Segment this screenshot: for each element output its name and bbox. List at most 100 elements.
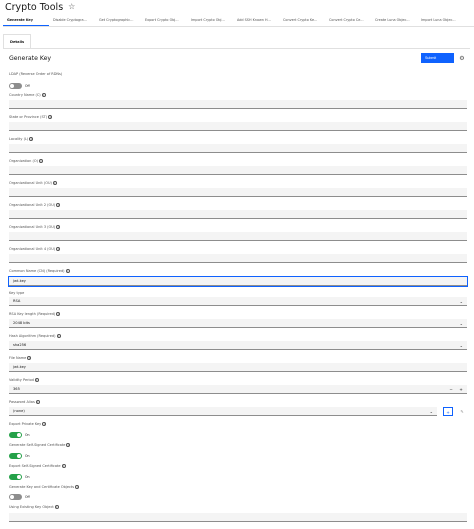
info-icon[interactable]: i xyxy=(65,269,70,273)
subtab-details[interactable]: Details xyxy=(3,34,32,48)
common-name-input[interactable]: jwt-key xyxy=(8,276,468,287)
add-icon[interactable]: + xyxy=(443,407,453,416)
chevron-down-icon: ⌄ xyxy=(429,409,433,414)
info-icon[interactable]: i xyxy=(38,159,43,163)
export-selfsigned-toggle-row: On xyxy=(9,473,30,480)
export-private-label: Export Private Key i xyxy=(9,422,47,426)
info-icon[interactable]: i xyxy=(56,334,61,338)
toggle-knob xyxy=(17,432,21,437)
tab-import-crypto-object[interactable]: Import Crypto Obj... xyxy=(187,14,233,26)
locality-input[interactable] xyxy=(9,144,467,153)
info-icon[interactable]: i xyxy=(75,485,80,489)
state-input[interactable] xyxy=(9,122,467,131)
gen-objects-toggle[interactable] xyxy=(9,493,22,500)
hash-algorithm-value: sha256 xyxy=(13,343,27,347)
existing-key-label: Using Existing Key Object i xyxy=(9,505,59,509)
password-alias-value: (none) xyxy=(13,409,25,413)
info-icon[interactable]: i xyxy=(34,378,39,382)
star-icon[interactable]: ☆ xyxy=(68,3,75,11)
submit-button[interactable]: Submit xyxy=(421,53,454,63)
key-length-value: 2048 bits xyxy=(13,321,30,325)
keytype-label-text: Key type xyxy=(9,291,25,295)
gen-selfsigned-label-text: Generate Self-Signed Certificate xyxy=(9,443,66,447)
ou2-label-text: Organizational Unit 2 (OU) xyxy=(9,203,56,207)
ldap-toggle-row: Off xyxy=(9,82,30,89)
increment-button[interactable]: + xyxy=(457,385,465,394)
info-icon[interactable]: i xyxy=(48,115,53,119)
password-label-text: Password Alias xyxy=(9,400,35,404)
organization-input[interactable] xyxy=(9,166,467,175)
chevron-down-icon: ⌄ xyxy=(459,321,463,326)
ou2-label: Organizational Unit 2 (OU) i xyxy=(9,203,61,207)
subtab-bar: Details xyxy=(3,34,32,48)
gen-objects-toggle-row: Off xyxy=(9,493,30,500)
ldap-label: LDAP (Reverse Order of RDNs) xyxy=(9,72,62,76)
organization-label-text: Organization (O) xyxy=(9,159,38,163)
toggle-knob xyxy=(17,453,21,458)
tab-create-luna-object[interactable]: Create Luna Objec... xyxy=(371,14,417,26)
ldap-toggle[interactable] xyxy=(9,82,22,89)
validity-value: 365 xyxy=(13,387,20,391)
export-private-toggle[interactable] xyxy=(9,431,22,438)
tab-convert-crypto-cert[interactable]: Convert Crypto Ce... xyxy=(325,14,371,26)
info-icon[interactable]: i xyxy=(56,312,61,316)
export-private-label-text: Export Private Key xyxy=(9,422,42,426)
gen-objects-toggle-text: Off xyxy=(25,494,30,499)
locality-label-text: Locality (L) xyxy=(9,137,29,141)
settings-icon[interactable]: ⚙ xyxy=(457,54,467,63)
ou1-label-text: Organizational Unit (OU) xyxy=(9,181,52,185)
title-row: Crypto Tools ☆ xyxy=(5,0,75,14)
export-selfsigned-toggle[interactable] xyxy=(9,473,22,480)
info-icon[interactable]: i xyxy=(56,225,61,229)
keytype-label: Key type xyxy=(9,291,24,295)
decrement-button[interactable]: − xyxy=(447,385,455,394)
tab-get-cryptographic[interactable]: Get Cryptographic... xyxy=(95,14,141,26)
existing-key-input[interactable] xyxy=(9,513,467,522)
key-type-select[interactable]: RSA ⌄ xyxy=(9,297,467,306)
cn-label: Common Name (CN) (Required) i xyxy=(9,269,70,273)
tab-import-luna-object[interactable]: Import Luna Objec... xyxy=(417,14,463,26)
tab-disable-cryptographic[interactable]: Disable Cryptogra... xyxy=(49,14,95,26)
info-icon[interactable]: i xyxy=(61,464,66,468)
validity-stepper[interactable]: 365 − + xyxy=(9,385,467,394)
edit-icon[interactable]: ✎ xyxy=(457,407,467,416)
key-length-select[interactable]: 2048 bits ⌄ xyxy=(9,319,467,328)
password-label: Password Alias i xyxy=(9,400,40,404)
tab-export-crypto-object[interactable]: Export Crypto Obj... xyxy=(141,14,187,26)
form-panel xyxy=(3,48,470,529)
validity-label: Validity Period i xyxy=(9,378,39,382)
export-private-toggle-row: On xyxy=(9,431,30,438)
password-alias-select[interactable]: (none) ⌄ xyxy=(9,407,437,416)
info-icon[interactable]: i xyxy=(29,137,34,141)
info-icon[interactable]: i xyxy=(54,505,59,509)
info-icon[interactable]: i xyxy=(56,203,61,207)
tab-generate-key[interactable]: Generate Key xyxy=(3,14,49,26)
info-icon[interactable]: i xyxy=(35,400,40,404)
info-icon[interactable]: i xyxy=(27,356,32,360)
info-icon[interactable]: i xyxy=(41,93,46,97)
ou1-label: Organizational Unit (OU) i xyxy=(9,181,57,185)
locality-label: Locality (L) i xyxy=(9,137,34,141)
filename-label-text: File Name xyxy=(9,356,27,360)
export-selfsigned-label-text: Export Self-Signed Certificate xyxy=(9,464,61,468)
country-input[interactable] xyxy=(9,100,467,109)
file-name-input[interactable]: jwt-key xyxy=(9,363,467,372)
ldap-label-text: LDAP (Reverse Order of RDNs) xyxy=(9,72,63,76)
tab-convert-crypto-key[interactable]: Convert Crypto Ke... xyxy=(279,14,325,26)
info-icon[interactable]: i xyxy=(52,181,57,185)
form-title: Generate Key xyxy=(9,55,52,62)
info-icon[interactable]: i xyxy=(56,247,61,251)
tab-add-ssh-known-host[interactable]: Add SSH Known H... xyxy=(233,14,279,26)
info-icon[interactable]: i xyxy=(66,443,71,447)
ou2-input[interactable] xyxy=(9,210,467,219)
ou4-label: Organizational Unit 4 (OU) i xyxy=(9,247,61,251)
info-icon[interactable]: i xyxy=(42,422,47,426)
gen-selfsigned-toggle[interactable] xyxy=(9,452,22,459)
ou3-input[interactable] xyxy=(9,232,467,241)
page-title: Crypto Tools xyxy=(5,1,64,13)
gen-selfsigned-toggle-text: On xyxy=(25,453,30,458)
ou1-input[interactable] xyxy=(9,188,467,197)
hash-algorithm-select[interactable]: sha256 ⌄ xyxy=(9,341,467,350)
ou4-input[interactable] xyxy=(9,254,467,263)
gen-objects-label: Generate Key and Certificate Objects i xyxy=(9,485,80,489)
